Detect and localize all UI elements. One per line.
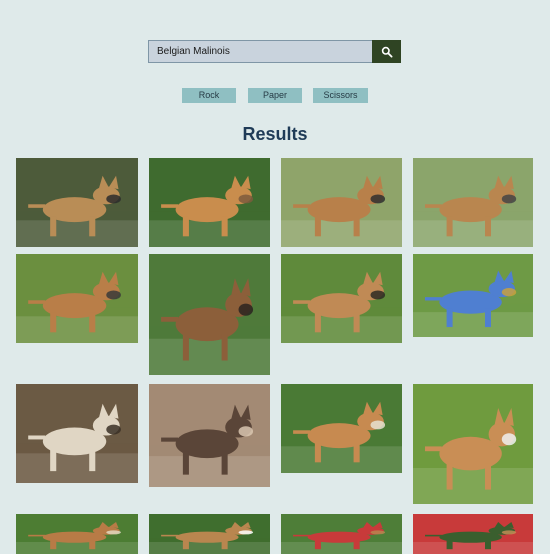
result-image[interactable] [16,254,138,343]
result-image[interactable] [16,384,138,483]
result-image[interactable] [413,254,533,337]
result-image[interactable] [281,158,402,247]
paper-button[interactable]: Paper [248,88,302,103]
result-image[interactable] [16,514,138,554]
result-image[interactable] [149,254,270,375]
result-image[interactable] [149,158,270,247]
result-image[interactable] [149,514,270,554]
result-image[interactable] [281,514,402,554]
scissors-button[interactable]: Scissors [313,88,368,103]
search-button[interactable] [372,40,401,63]
result-image[interactable] [413,514,533,554]
choice-buttons: Rock Paper Scissors [0,88,550,103]
rock-button[interactable]: Rock [182,88,236,103]
search-input[interactable] [148,40,372,63]
result-image[interactable] [16,158,138,247]
search-bar [148,40,401,63]
search-icon [381,46,393,58]
result-image[interactable] [281,254,402,343]
result-image[interactable] [149,384,270,487]
result-image[interactable] [413,384,533,504]
results-heading: Results [242,124,308,144]
result-image[interactable] [413,158,533,247]
result-image[interactable] [281,384,402,473]
